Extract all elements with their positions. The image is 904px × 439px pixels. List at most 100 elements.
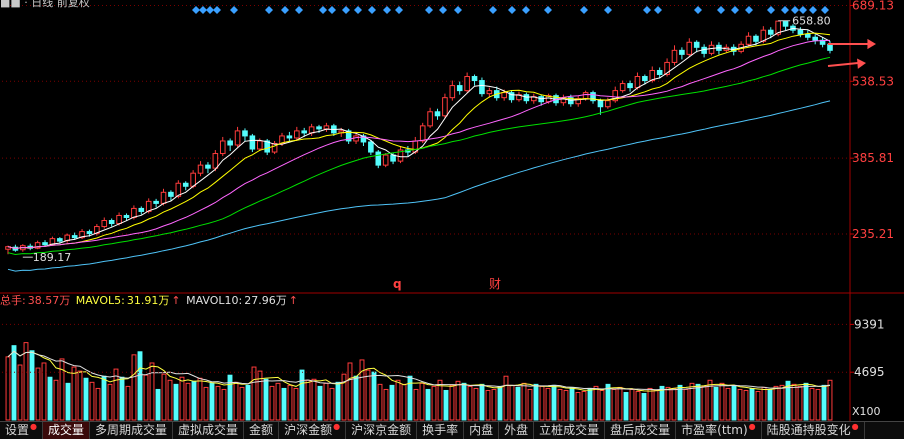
event-marker-icon[interactable]	[731, 6, 739, 14]
volume-bar[interactable]	[173, 383, 179, 421]
tab-4[interactable]: 金额	[244, 422, 280, 439]
volume-bar[interactable]	[329, 387, 335, 421]
event-marker-icon[interactable]	[522, 6, 530, 14]
tab-9[interactable]: 外盘	[499, 422, 535, 439]
volume-bar[interactable]	[653, 389, 659, 421]
event-marker-icon[interactable]	[213, 6, 221, 14]
candle[interactable]	[168, 191, 174, 197]
candle[interactable]	[686, 41, 693, 55]
event-marker-icon[interactable]	[230, 6, 238, 14]
event-marker-icon[interactable]	[821, 6, 829, 14]
candle[interactable]	[182, 182, 189, 187]
volume-bar[interactable]	[599, 389, 605, 421]
event-marker-icon[interactable]	[319, 6, 327, 14]
volume-bar[interactable]	[389, 384, 395, 421]
volume-bar[interactable]	[197, 377, 203, 421]
event-marker-icon[interactable]	[781, 6, 789, 14]
volume-bar[interactable]	[575, 392, 581, 421]
candle[interactable]	[42, 242, 48, 246]
volume-bar[interactable]	[59, 358, 65, 421]
volume-bar[interactable]	[155, 388, 161, 421]
volume-bar[interactable]	[593, 385, 599, 421]
volume-bar[interactable]	[149, 362, 155, 421]
candle[interactable]	[634, 76, 641, 89]
event-marker-icon[interactable]	[192, 6, 200, 14]
candle[interactable]	[294, 130, 300, 139]
candle[interactable]	[449, 85, 456, 99]
volume-bar[interactable]	[683, 388, 689, 421]
candle[interactable]	[86, 231, 93, 235]
volume-bar[interactable]	[749, 387, 755, 421]
volume-bar[interactable]	[365, 369, 371, 421]
volume-bar[interactable]	[659, 385, 665, 421]
volume-bar[interactable]	[125, 385, 131, 421]
candle[interactable]	[323, 125, 330, 130]
volume-bar[interactable]	[617, 386, 623, 421]
volume-bar[interactable]	[245, 384, 251, 421]
volume-bar[interactable]	[641, 393, 647, 421]
volume-bar[interactable]	[611, 388, 617, 421]
volume-bar[interactable]	[305, 379, 311, 421]
volume-bar[interactable]	[455, 380, 461, 421]
candle[interactable]	[242, 130, 248, 137]
candle[interactable]	[671, 49, 678, 63]
tab-8[interactable]: 内盘	[464, 422, 500, 439]
volume-bar[interactable]	[725, 387, 731, 421]
volume-bar[interactable]	[401, 383, 407, 421]
volume-bar[interactable]	[203, 386, 209, 421]
candle[interactable]	[471, 76, 478, 82]
volume-bar[interactable]	[731, 384, 737, 421]
candle[interactable]	[479, 80, 485, 95]
tab-7[interactable]: 换手率	[417, 422, 465, 439]
candle[interactable]	[767, 29, 774, 35]
volume-bar[interactable]	[233, 381, 239, 421]
candle[interactable]	[212, 153, 219, 169]
volume-bar[interactable]	[143, 374, 149, 421]
volume-bar[interactable]	[767, 388, 773, 421]
event-marker-icon[interactable]	[694, 6, 702, 14]
volume-bar[interactable]	[491, 388, 497, 421]
candle[interactable]	[427, 111, 433, 127]
volume-bar[interactable]	[17, 364, 23, 421]
volume-bar[interactable]	[293, 387, 299, 421]
volume-bar[interactable]	[509, 384, 515, 421]
volume-bar[interactable]	[821, 384, 827, 421]
volume-bar[interactable]	[419, 382, 425, 421]
candle[interactable]	[108, 220, 115, 225]
volume-bar[interactable]	[131, 354, 137, 421]
volume-bar[interactable]	[431, 385, 437, 421]
event-marker-icon[interactable]	[328, 6, 336, 14]
volume-bar[interactable]	[95, 387, 101, 421]
volume-bar[interactable]	[497, 385, 503, 421]
volume-bar[interactable]	[563, 389, 569, 421]
candle[interactable]	[368, 141, 374, 153]
volume-bar[interactable]	[605, 383, 611, 421]
event-marker-icon[interactable]	[767, 6, 775, 14]
volume-bar[interactable]	[263, 378, 269, 421]
volume-bar[interactable]	[527, 388, 533, 421]
candle[interactable]	[249, 135, 256, 150]
candle[interactable]	[116, 214, 122, 225]
volume-bar[interactable]	[221, 388, 227, 421]
candle[interactable]	[782, 20, 789, 27]
candle[interactable]	[597, 100, 604, 108]
event-marker-icon[interactable]	[395, 6, 403, 14]
volume-bar[interactable]	[311, 378, 317, 421]
tab-1[interactable]: 成交量	[43, 422, 91, 439]
candle[interactable]	[656, 69, 663, 76]
volume-bar[interactable]	[215, 385, 221, 421]
event-marker-icon[interactable]	[295, 6, 303, 14]
event-marker-icon[interactable]	[508, 6, 516, 14]
candle[interactable]	[375, 151, 382, 166]
volume-bar[interactable]	[185, 382, 191, 421]
volume-bar[interactable]	[539, 385, 545, 421]
event-label-financial[interactable]: 财	[489, 277, 501, 291]
volume-bar[interactable]	[77, 370, 83, 421]
volume-bar[interactable]	[119, 376, 125, 421]
volume-bar[interactable]	[161, 373, 167, 421]
volume-bar[interactable]	[737, 388, 743, 421]
event-marker-icon[interactable]	[454, 6, 462, 14]
volume-bar[interactable]	[521, 382, 527, 421]
volume-bar[interactable]	[101, 375, 107, 421]
volume-bar[interactable]	[269, 385, 275, 421]
